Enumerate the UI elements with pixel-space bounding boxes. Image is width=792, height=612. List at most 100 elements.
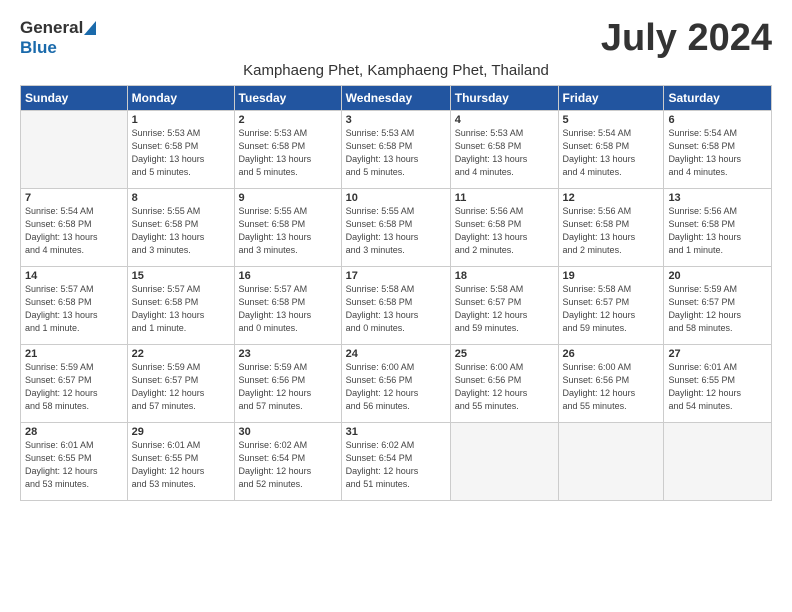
logo-blue: Blue	[20, 38, 57, 57]
week-row-1: 7Sunrise: 5:54 AM Sunset: 6:58 PM Daylig…	[21, 188, 772, 266]
day-cell: 25Sunrise: 6:00 AM Sunset: 6:56 PM Dayli…	[450, 344, 558, 422]
calendar-table: Sunday Monday Tuesday Wednesday Thursday…	[20, 85, 772, 501]
day-cell: 12Sunrise: 5:56 AM Sunset: 6:58 PM Dayli…	[558, 188, 664, 266]
day-info: Sunrise: 5:53 AM Sunset: 6:58 PM Dayligh…	[132, 127, 230, 179]
day-info: Sunrise: 5:56 AM Sunset: 6:58 PM Dayligh…	[563, 205, 660, 257]
col-sunday: Sunday	[21, 85, 128, 110]
day-number: 28	[25, 426, 123, 438]
day-info: Sunrise: 5:59 AM Sunset: 6:57 PM Dayligh…	[25, 361, 123, 413]
day-number: 12	[563, 192, 660, 204]
day-cell: 2Sunrise: 5:53 AM Sunset: 6:58 PM Daylig…	[234, 110, 341, 188]
col-friday: Friday	[558, 85, 664, 110]
day-cell: 26Sunrise: 6:00 AM Sunset: 6:56 PM Dayli…	[558, 344, 664, 422]
day-cell	[450, 422, 558, 500]
day-cell: 8Sunrise: 5:55 AM Sunset: 6:58 PM Daylig…	[127, 188, 234, 266]
day-number: 5	[563, 114, 660, 126]
day-info: Sunrise: 6:00 AM Sunset: 6:56 PM Dayligh…	[455, 361, 554, 413]
logo-triangle-icon	[84, 19, 96, 37]
day-info: Sunrise: 5:53 AM Sunset: 6:58 PM Dayligh…	[346, 127, 446, 179]
day-number: 6	[668, 114, 767, 126]
day-info: Sunrise: 5:57 AM Sunset: 6:58 PM Dayligh…	[132, 283, 230, 335]
day-number: 18	[455, 270, 554, 282]
day-number: 9	[239, 192, 337, 204]
day-cell: 15Sunrise: 5:57 AM Sunset: 6:58 PM Dayli…	[127, 266, 234, 344]
week-row-3: 21Sunrise: 5:59 AM Sunset: 6:57 PM Dayli…	[21, 344, 772, 422]
day-cell: 20Sunrise: 5:59 AM Sunset: 6:57 PM Dayli…	[664, 266, 772, 344]
day-info: Sunrise: 5:58 AM Sunset: 6:57 PM Dayligh…	[455, 283, 554, 335]
day-info: Sunrise: 6:00 AM Sunset: 6:56 PM Dayligh…	[346, 361, 446, 413]
day-number: 22	[132, 348, 230, 360]
day-number: 13	[668, 192, 767, 204]
day-cell: 5Sunrise: 5:54 AM Sunset: 6:58 PM Daylig…	[558, 110, 664, 188]
day-number: 15	[132, 270, 230, 282]
day-number: 30	[239, 426, 337, 438]
day-cell: 19Sunrise: 5:58 AM Sunset: 6:57 PM Dayli…	[558, 266, 664, 344]
day-info: Sunrise: 5:54 AM Sunset: 6:58 PM Dayligh…	[668, 127, 767, 179]
day-info: Sunrise: 5:55 AM Sunset: 6:58 PM Dayligh…	[239, 205, 337, 257]
day-info: Sunrise: 6:01 AM Sunset: 6:55 PM Dayligh…	[132, 439, 230, 491]
day-cell: 10Sunrise: 5:55 AM Sunset: 6:58 PM Dayli…	[341, 188, 450, 266]
day-cell: 29Sunrise: 6:01 AM Sunset: 6:55 PM Dayli…	[127, 422, 234, 500]
title-section: July 2024	[601, 18, 772, 60]
day-info: Sunrise: 6:00 AM Sunset: 6:56 PM Dayligh…	[563, 361, 660, 413]
day-number: 23	[239, 348, 337, 360]
day-info: Sunrise: 5:55 AM Sunset: 6:58 PM Dayligh…	[132, 205, 230, 257]
header: General Blue July 2024	[20, 18, 772, 60]
day-number: 14	[25, 270, 123, 282]
day-cell	[558, 422, 664, 500]
day-cell: 4Sunrise: 5:53 AM Sunset: 6:58 PM Daylig…	[450, 110, 558, 188]
logo-general: General	[20, 18, 83, 38]
col-monday: Monday	[127, 85, 234, 110]
day-number: 1	[132, 114, 230, 126]
day-cell: 30Sunrise: 6:02 AM Sunset: 6:54 PM Dayli…	[234, 422, 341, 500]
day-cell: 22Sunrise: 5:59 AM Sunset: 6:57 PM Dayli…	[127, 344, 234, 422]
day-number: 17	[346, 270, 446, 282]
day-cell: 28Sunrise: 6:01 AM Sunset: 6:55 PM Dayli…	[21, 422, 128, 500]
day-number: 24	[346, 348, 446, 360]
day-cell	[21, 110, 128, 188]
month-title: July 2024	[601, 18, 772, 60]
day-info: Sunrise: 6:01 AM Sunset: 6:55 PM Dayligh…	[25, 439, 123, 491]
day-number: 31	[346, 426, 446, 438]
day-cell: 24Sunrise: 6:00 AM Sunset: 6:56 PM Dayli…	[341, 344, 450, 422]
day-number: 3	[346, 114, 446, 126]
day-number: 20	[668, 270, 767, 282]
day-info: Sunrise: 5:54 AM Sunset: 6:58 PM Dayligh…	[25, 205, 123, 257]
day-cell: 23Sunrise: 5:59 AM Sunset: 6:56 PM Dayli…	[234, 344, 341, 422]
day-cell: 1Sunrise: 5:53 AM Sunset: 6:58 PM Daylig…	[127, 110, 234, 188]
col-tuesday: Tuesday	[234, 85, 341, 110]
day-number: 26	[563, 348, 660, 360]
day-info: Sunrise: 5:57 AM Sunset: 6:58 PM Dayligh…	[25, 283, 123, 335]
week-row-4: 28Sunrise: 6:01 AM Sunset: 6:55 PM Dayli…	[21, 422, 772, 500]
day-number: 16	[239, 270, 337, 282]
day-info: Sunrise: 5:58 AM Sunset: 6:58 PM Dayligh…	[346, 283, 446, 335]
day-cell: 3Sunrise: 5:53 AM Sunset: 6:58 PM Daylig…	[341, 110, 450, 188]
subtitle: Kamphaeng Phet, Kamphaeng Phet, Thailand	[20, 62, 772, 79]
day-info: Sunrise: 5:53 AM Sunset: 6:58 PM Dayligh…	[239, 127, 337, 179]
week-row-0: 1Sunrise: 5:53 AM Sunset: 6:58 PM Daylig…	[21, 110, 772, 188]
day-number: 7	[25, 192, 123, 204]
day-cell: 11Sunrise: 5:56 AM Sunset: 6:58 PM Dayli…	[450, 188, 558, 266]
day-info: Sunrise: 5:59 AM Sunset: 6:56 PM Dayligh…	[239, 361, 337, 413]
col-thursday: Thursday	[450, 85, 558, 110]
day-cell: 13Sunrise: 5:56 AM Sunset: 6:58 PM Dayli…	[664, 188, 772, 266]
page: General Blue July 2024 Kamphaeng Phet, K…	[0, 0, 792, 511]
day-info: Sunrise: 5:59 AM Sunset: 6:57 PM Dayligh…	[132, 361, 230, 413]
day-cell: 31Sunrise: 6:02 AM Sunset: 6:54 PM Dayli…	[341, 422, 450, 500]
day-number: 19	[563, 270, 660, 282]
day-cell: 6Sunrise: 5:54 AM Sunset: 6:58 PM Daylig…	[664, 110, 772, 188]
day-info: Sunrise: 5:53 AM Sunset: 6:58 PM Dayligh…	[455, 127, 554, 179]
day-info: Sunrise: 5:56 AM Sunset: 6:58 PM Dayligh…	[668, 205, 767, 257]
day-cell: 14Sunrise: 5:57 AM Sunset: 6:58 PM Dayli…	[21, 266, 128, 344]
day-cell: 27Sunrise: 6:01 AM Sunset: 6:55 PM Dayli…	[664, 344, 772, 422]
day-info: Sunrise: 6:02 AM Sunset: 6:54 PM Dayligh…	[346, 439, 446, 491]
day-info: Sunrise: 5:58 AM Sunset: 6:57 PM Dayligh…	[563, 283, 660, 335]
day-info: Sunrise: 6:02 AM Sunset: 6:54 PM Dayligh…	[239, 439, 337, 491]
day-number: 29	[132, 426, 230, 438]
day-cell: 21Sunrise: 5:59 AM Sunset: 6:57 PM Dayli…	[21, 344, 128, 422]
day-number: 27	[668, 348, 767, 360]
day-info: Sunrise: 5:57 AM Sunset: 6:58 PM Dayligh…	[239, 283, 337, 335]
day-info: Sunrise: 5:56 AM Sunset: 6:58 PM Dayligh…	[455, 205, 554, 257]
day-number: 10	[346, 192, 446, 204]
day-number: 25	[455, 348, 554, 360]
